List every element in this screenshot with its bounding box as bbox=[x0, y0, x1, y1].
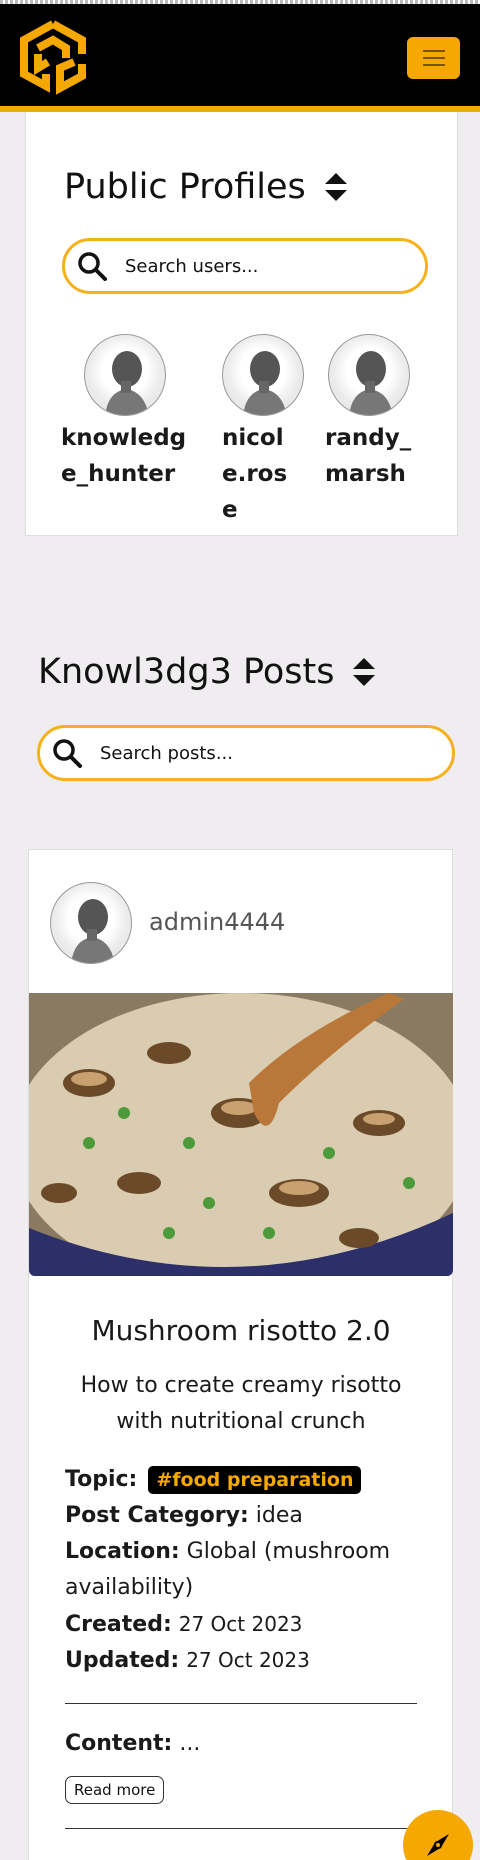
post-card: admin4444 Mushroom risotto 2.0 How to cr… bbox=[28, 849, 453, 1860]
post-author[interactable]: admin4444 bbox=[149, 908, 285, 936]
menu-button[interactable] bbox=[407, 37, 460, 79]
post-image[interactable] bbox=[29, 993, 453, 1276]
logo-icon[interactable] bbox=[16, 18, 90, 96]
divider bbox=[65, 1828, 417, 1829]
post-search-box bbox=[37, 725, 455, 781]
profile-item[interactable]: knowledge_hunter bbox=[61, 334, 201, 492]
post-description: How to create creamy risotto with nutrit… bbox=[80, 1373, 402, 1434]
divider bbox=[65, 1703, 417, 1704]
post-topic: Topic: #food preparation bbox=[65, 1462, 425, 1498]
search-icon bbox=[53, 739, 82, 768]
post-content: Content: ... bbox=[65, 1731, 201, 1756]
topic-tag[interactable]: #food preparation bbox=[148, 1466, 362, 1494]
navbar bbox=[0, 4, 480, 112]
profile-name[interactable]: knowledge_hunter bbox=[61, 420, 201, 492]
avatar[interactable] bbox=[328, 334, 410, 416]
public-profiles-card: Public Profiles knowledge_hunter bbox=[25, 112, 458, 536]
post-updated: Updated: 27 Oct 2023 bbox=[65, 1648, 310, 1673]
profile-name[interactable]: nicole.rose bbox=[222, 420, 302, 528]
hamburger-icon bbox=[422, 50, 445, 52]
post-created: Created: 27 Oct 2023 bbox=[65, 1612, 303, 1637]
read-more-button[interactable]: Read more bbox=[65, 1776, 165, 1804]
profiles-title: Public Profiles bbox=[64, 167, 348, 207]
post-location: Location: Global (mushroom availability) bbox=[65, 1539, 391, 1600]
post-search-input[interactable] bbox=[100, 742, 400, 764]
compass-icon bbox=[427, 1834, 449, 1856]
post-title[interactable]: Mushroom risotto 2.0 bbox=[29, 1314, 453, 1347]
profile-item[interactable]: randy_marsh bbox=[325, 334, 415, 492]
post-category: Post Category: idea bbox=[65, 1503, 303, 1528]
avatar[interactable] bbox=[222, 334, 304, 416]
avatar[interactable] bbox=[84, 334, 166, 416]
user-search-box bbox=[62, 238, 428, 294]
search-icon bbox=[78, 252, 107, 281]
sort-icon[interactable] bbox=[324, 171, 348, 203]
profile-item[interactable]: nicole.rose bbox=[222, 334, 304, 528]
sort-icon[interactable] bbox=[352, 656, 376, 688]
user-search-input[interactable] bbox=[125, 255, 425, 277]
profile-name[interactable]: randy_marsh bbox=[325, 420, 415, 492]
posts-title: Knowl3dg3 Posts bbox=[38, 652, 376, 692]
author-avatar[interactable] bbox=[50, 882, 132, 964]
